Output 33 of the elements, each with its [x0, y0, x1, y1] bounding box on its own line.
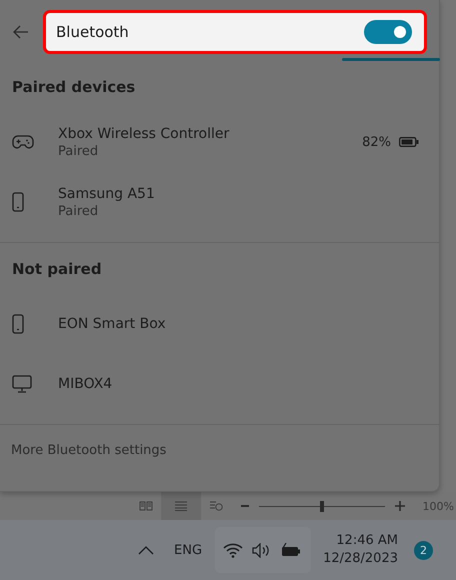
zoom-in-icon[interactable] — [394, 501, 405, 511]
section-title: Paired devices — [11, 77, 136, 98]
device-name[interactable]: EON Smart Box — [58, 316, 439, 332]
phone-icon — [12, 192, 24, 212]
print-layout-button[interactable] — [160, 492, 201, 520]
zoom-level[interactable]: 100% — [422, 500, 454, 512]
print-layout-icon — [174, 501, 188, 511]
device-name[interactable]: Xbox Wireless Controller — [58, 126, 362, 142]
device-status: Paired — [58, 144, 100, 158]
read-mode-icon[interactable] — [138, 501, 153, 511]
web-layout-icon[interactable] — [208, 501, 223, 511]
gamepad-icon — [12, 134, 34, 150]
bluetooth-label: Bluetooth — [56, 23, 129, 41]
battery-level: 82% — [362, 134, 391, 150]
quick-settings-button[interactable] — [215, 527, 312, 573]
device-name[interactable]: Samsung A51 — [58, 186, 439, 202]
back-icon[interactable] — [13, 25, 29, 39]
phone-icon — [12, 314, 24, 334]
device-name[interactable]: MIBOX4 — [58, 376, 439, 392]
battery-charging-icon — [281, 542, 302, 558]
monitor-icon — [12, 375, 32, 393]
date: 12/28/2023 — [323, 550, 398, 568]
battery-icon — [399, 137, 419, 147]
notification-count[interactable]: 2 — [414, 540, 433, 560]
chevron-up-icon[interactable] — [138, 546, 154, 554]
device-status: Paired — [58, 204, 100, 218]
more-settings-link[interactable]: More Bluetooth settings — [0, 425, 178, 458]
time: 12:46 AM — [336, 532, 398, 550]
language-indicator[interactable]: ENG — [174, 542, 202, 558]
clock-button[interactable]: 12:46 AM 12/28/2023 — [323, 532, 398, 568]
section-title: Not paired — [11, 259, 103, 280]
bluetooth-toggle[interactable] — [364, 20, 412, 44]
wifi-icon — [223, 542, 244, 558]
